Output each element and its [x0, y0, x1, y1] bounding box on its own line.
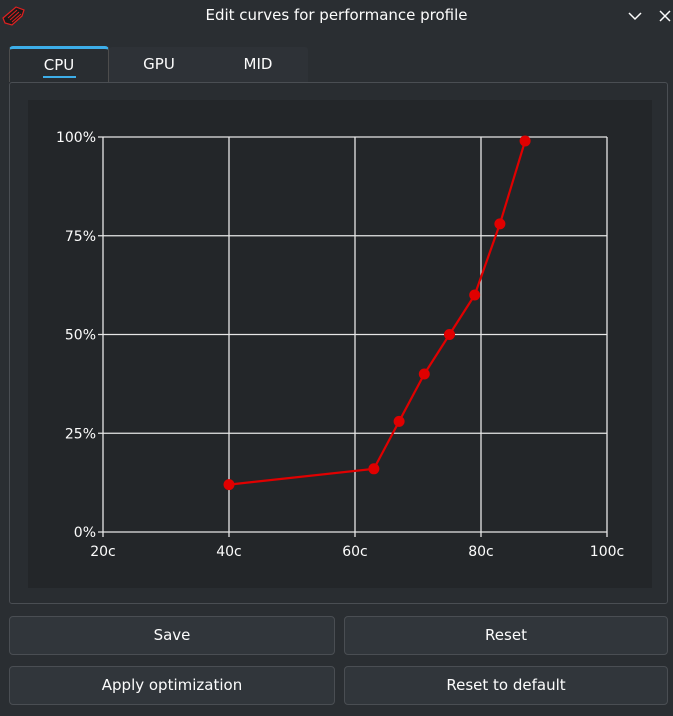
curve-point[interactable] — [469, 289, 481, 301]
curve-point[interactable] — [418, 368, 430, 380]
apply-optimization-button[interactable]: Apply optimization — [9, 666, 335, 705]
reset-to-default-button[interactable]: Reset to default — [344, 666, 668, 705]
y-tick-label: 100% — [56, 130, 96, 146]
y-tick-label: 75% — [65, 229, 96, 245]
y-tick-label: 50% — [65, 328, 96, 344]
curve-point[interactable] — [368, 463, 380, 475]
curve-chart[interactable]: 20c 40c 60c 80c 100c 0% 25% 50% 75% 100% — [0, 0, 673, 716]
x-tick-label: 40c — [216, 544, 242, 560]
reset-button[interactable]: Reset — [344, 616, 668, 655]
save-button[interactable]: Save — [9, 616, 335, 655]
curve-point[interactable] — [494, 218, 506, 230]
y-tick-label: 0% — [74, 525, 96, 541]
x-tick-label: 80c — [468, 544, 494, 560]
curve-point[interactable] — [223, 479, 235, 491]
x-tick-label: 100c — [590, 544, 624, 560]
y-tick-label: 25% — [65, 426, 96, 442]
curve-point[interactable] — [519, 135, 531, 147]
x-tick-label: 60c — [342, 544, 368, 560]
curve-point[interactable] — [444, 329, 455, 340]
curve-point[interactable] — [393, 415, 405, 427]
x-tick-label: 20c — [90, 544, 116, 560]
